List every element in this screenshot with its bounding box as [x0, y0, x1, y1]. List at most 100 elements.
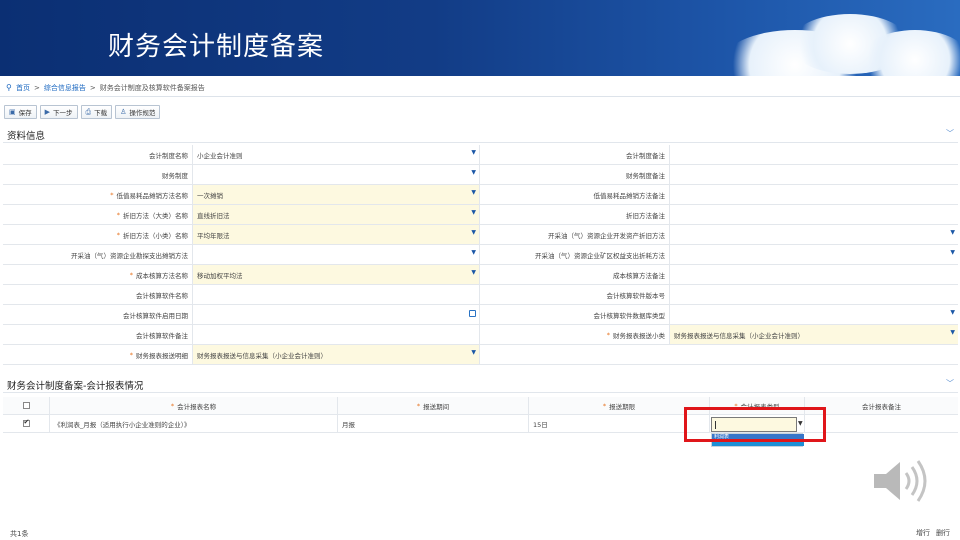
breadcrumb-home[interactable]: 首页: [16, 83, 30, 93]
field-label-right-text: 会计核算软件数据库类型: [593, 311, 666, 320]
dropdown-arrow-icon[interactable]: ▼: [950, 249, 955, 256]
dropdown-arrow-icon[interactable]: ▼: [471, 169, 476, 176]
field-input-left[interactable]: ▼: [193, 245, 480, 264]
col-header-note: 会计报表备注: [805, 397, 958, 414]
info-section-header[interactable]: 资料信息 ﹀: [3, 125, 958, 143]
dropdown-arrow-icon[interactable]: ▼: [950, 229, 955, 236]
field-label-left-text: 开采油（气）资源企业勘探支出摊销方法: [71, 251, 188, 260]
field-input-left-value: 平均年限法: [197, 231, 230, 240]
play-icon: ▶: [44, 108, 51, 116]
field-input-right[interactable]: [670, 285, 958, 304]
field-label-left-text: 会计核算软件名称: [136, 291, 188, 300]
field-label-right-text: 会计核算软件版本号: [606, 291, 666, 300]
delete-row-button[interactable]: 删行: [936, 528, 950, 538]
field-input-right[interactable]: [670, 265, 958, 284]
field-input-left[interactable]: 一次摊销 ▼: [193, 185, 480, 204]
form-row: 财务制度 ▼ 财务制度备注: [3, 165, 958, 185]
field-input-right[interactable]: [670, 165, 958, 184]
field-label-right: 会计核算软件版本号: [480, 285, 670, 304]
add-row-button[interactable]: 增行: [916, 528, 930, 538]
next-step-label: 下一步: [53, 109, 73, 117]
field-label-right-text: 折旧方法备注: [626, 211, 665, 220]
form-row: 会计核算软件启用日期 会计核算软件数据库类型 ▼: [3, 305, 958, 325]
guide-button[interactable]: ♙ 操作规范: [115, 105, 161, 119]
row-checkbox[interactable]: [22, 418, 30, 427]
row-actions: 增行 删行: [916, 528, 950, 538]
form-row: 会计核算软件备注 * 财务报表报送小类 财务报表报送与信息采集（小企业会计准则） ▼: [3, 325, 958, 345]
download-icon: ⎙: [85, 107, 92, 116]
field-input-left[interactable]: 平均年限法 ▼: [193, 225, 480, 244]
dropdown-arrow-icon[interactable]: ▼: [471, 209, 476, 216]
chevron-down-icon[interactable]: ﹀: [946, 378, 954, 389]
breadcrumb-current: 财务会计制度及核算软件备案报告: [99, 84, 205, 92]
field-input-right[interactable]: [670, 185, 958, 204]
report-section-header[interactable]: 财务会计制度备案-会计报表情况 ﹀: [3, 375, 958, 393]
field-input-left-value: 财务报表报送与信息采集（小企业会计准则）: [197, 351, 327, 360]
dropdown-arrow-icon[interactable]: ▼: [471, 229, 476, 236]
required-marker: *: [110, 190, 114, 199]
dropdown-arrow-icon[interactable]: ▼: [471, 269, 476, 276]
header-banner: 财务会计制度备案: [0, 0, 960, 76]
field-input-left[interactable]: 财务报表报送与信息采集（小企业会计准则） ▼: [193, 345, 480, 364]
download-button[interactable]: ⎙ 下载: [80, 105, 113, 119]
dropdown-arrow-icon[interactable]: ▼: [950, 329, 955, 336]
field-label-left: * 折旧方法（小类）名称: [3, 225, 193, 244]
field-input-left[interactable]: [193, 285, 480, 304]
col-header-period-label: 报送期间: [423, 402, 450, 411]
dropdown-arrow-icon[interactable]: ▼: [471, 349, 476, 356]
field-input-left-value: 移动加权平均法: [197, 271, 243, 280]
field-input-right[interactable]: [670, 205, 958, 224]
select-all-checkbox[interactable]: [22, 402, 30, 409]
field-label-right-text: 开采油（气）资源企业开发资产折旧方法: [548, 231, 665, 240]
field-input-left[interactable]: 小企业会计准则 ▼: [193, 145, 480, 164]
form-row: 会计制度名称 小企业会计准则 ▼ 会计制度备注: [3, 145, 958, 165]
cell-deadline: 15日: [529, 415, 710, 432]
field-input-left[interactable]: 移动加权平均法 ▼: [193, 265, 480, 284]
row-select-cell: [3, 415, 50, 432]
field-label-left-text: 折旧方法（小类）名称: [123, 231, 188, 240]
field-input-right[interactable]: ▼: [670, 225, 958, 244]
field-label-left: * 财务报表报送明细: [3, 345, 193, 364]
field-input-left[interactable]: [193, 325, 480, 344]
save-button[interactable]: ▣ 保存: [4, 105, 37, 119]
dropdown-arrow-icon[interactable]: ▼: [950, 309, 955, 316]
field-label-left: 会计核算软件名称: [3, 285, 193, 304]
field-label-left-text: 低值易耗品摊销方法名称: [116, 191, 189, 200]
cell-note[interactable]: [805, 415, 958, 432]
dropdown-arrow-icon[interactable]: ▼: [471, 189, 476, 196]
dropdown-arrow-icon[interactable]: ▼: [471, 249, 476, 256]
form-row: 会计核算软件名称 会计核算软件版本号: [3, 285, 958, 305]
field-label-left: 开采油（气）资源企业勘探支出摊销方法: [3, 245, 193, 264]
col-header-deadline: * 报送期限: [529, 397, 710, 414]
form-row: 开采油（气）资源企业勘探支出摊销方法 ▼ 开采油（气）资源企业矿区权益支出折耗方法 ▼: [3, 245, 958, 265]
field-label-right-text: 财务制度备注: [626, 171, 665, 180]
field-label-right: 低值易耗品摊销方法备注: [480, 185, 670, 204]
info-section-title: 资料信息: [7, 131, 46, 142]
chevron-down-icon[interactable]: ﹀: [946, 128, 954, 139]
location-pin-icon: ⚲: [6, 83, 12, 92]
field-label-right: * 财务报表报送小类: [480, 325, 670, 344]
dropdown-arrow-icon[interactable]: ▼: [471, 149, 476, 156]
form-row: * 折旧方法（小类）名称 平均年限法 ▼ 开采油（气）资源企业开发资产折旧方法 ▼: [3, 225, 958, 245]
field-label-left-text: 会计制度名称: [149, 151, 188, 160]
breadcrumb: ⚲ 首页 > 综合信息报告 > 财务会计制度及核算软件备案报告: [6, 83, 205, 93]
speaker-icon[interactable]: [870, 456, 940, 506]
field-input-right[interactable]: ▼: [670, 305, 958, 324]
field-input-left[interactable]: ▼: [193, 165, 480, 184]
field-input-left[interactable]: [193, 305, 480, 324]
breadcrumb-level2[interactable]: 综合信息报告: [44, 83, 86, 93]
next-step-button[interactable]: ▶ 下一步: [39, 105, 78, 119]
field-input-right[interactable]: 财务报表报送与信息采集（小企业会计准则） ▼: [670, 325, 958, 344]
calendar-icon[interactable]: [469, 310, 476, 317]
field-input-right[interactable]: ▼: [670, 245, 958, 264]
field-input-left[interactable]: 直线折旧法 ▼: [193, 205, 480, 224]
required-marker: *: [129, 350, 133, 359]
toolbar: ▣ 保存 ▶ 下一步 ⎙ 下载 ♙ 操作规范: [4, 105, 161, 119]
field-label-right-text: 财务报表报送小类: [613, 331, 665, 340]
field-label-left: 会计核算软件备注: [3, 325, 193, 344]
record-count: 共1条: [10, 530, 29, 538]
cell-period: 月报: [338, 415, 529, 432]
field-label-right: 会计制度备注: [480, 145, 670, 164]
users-icon: ♙: [120, 108, 127, 116]
field-input-right[interactable]: [670, 145, 958, 164]
